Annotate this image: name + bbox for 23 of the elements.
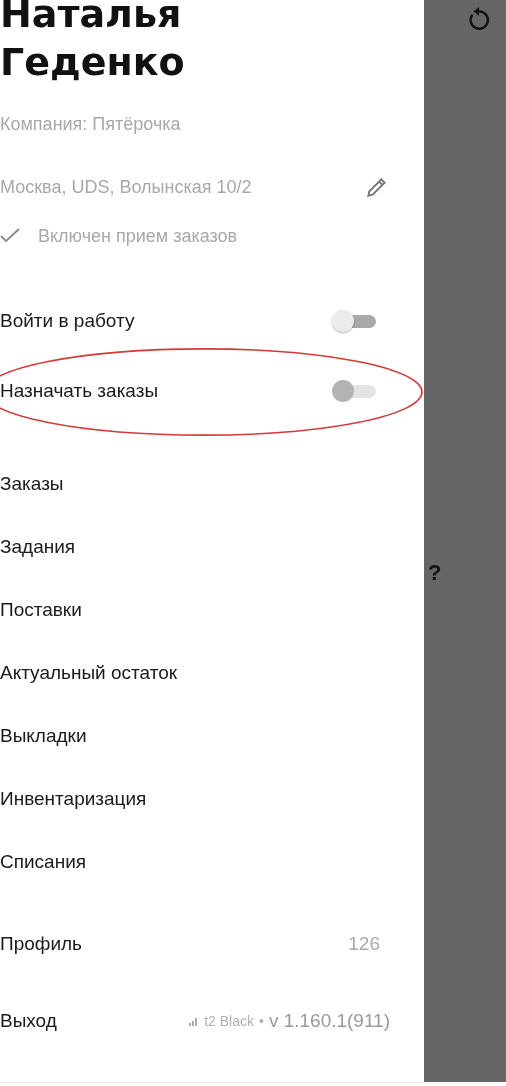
menu-item[interactable]: Выкладки (0, 724, 87, 747)
carrier-label: t2 Black (204, 1012, 254, 1029)
user-name: Наталья Геденко (0, 0, 186, 86)
menu-item[interactable]: Заказы (0, 472, 64, 495)
company-label: Компания: Пятёрочка (0, 114, 182, 136)
menu-item[interactable]: Списания (0, 850, 87, 873)
question-mark: ? (428, 560, 442, 586)
refresh-icon[interactable] (466, 6, 492, 32)
profile-link[interactable]: Профиль (0, 932, 83, 955)
menu-item[interactable]: Инвентаризация (0, 787, 147, 810)
logout-link[interactable]: Выход (0, 1009, 57, 1032)
menu-item[interactable]: Поставки (0, 598, 82, 621)
address-label: Москва, UDS, Волынская 10/2 (0, 176, 252, 198)
signal-icon (189, 1015, 200, 1026)
toggle-label: Войти в работу (0, 310, 135, 332)
separator-dot: • (258, 1012, 264, 1029)
profile-count: 126 (348, 932, 380, 955)
toggle-switch[interactable] (332, 310, 376, 332)
version-label: v 1.160.1(911) (268, 1009, 390, 1032)
status-label: Включен прием заказов (38, 225, 238, 247)
toggle-label: Назначать заказы (0, 380, 159, 402)
menu-item[interactable]: Актуальный остаток (0, 661, 178, 684)
menu-item[interactable]: Задания (0, 535, 76, 558)
